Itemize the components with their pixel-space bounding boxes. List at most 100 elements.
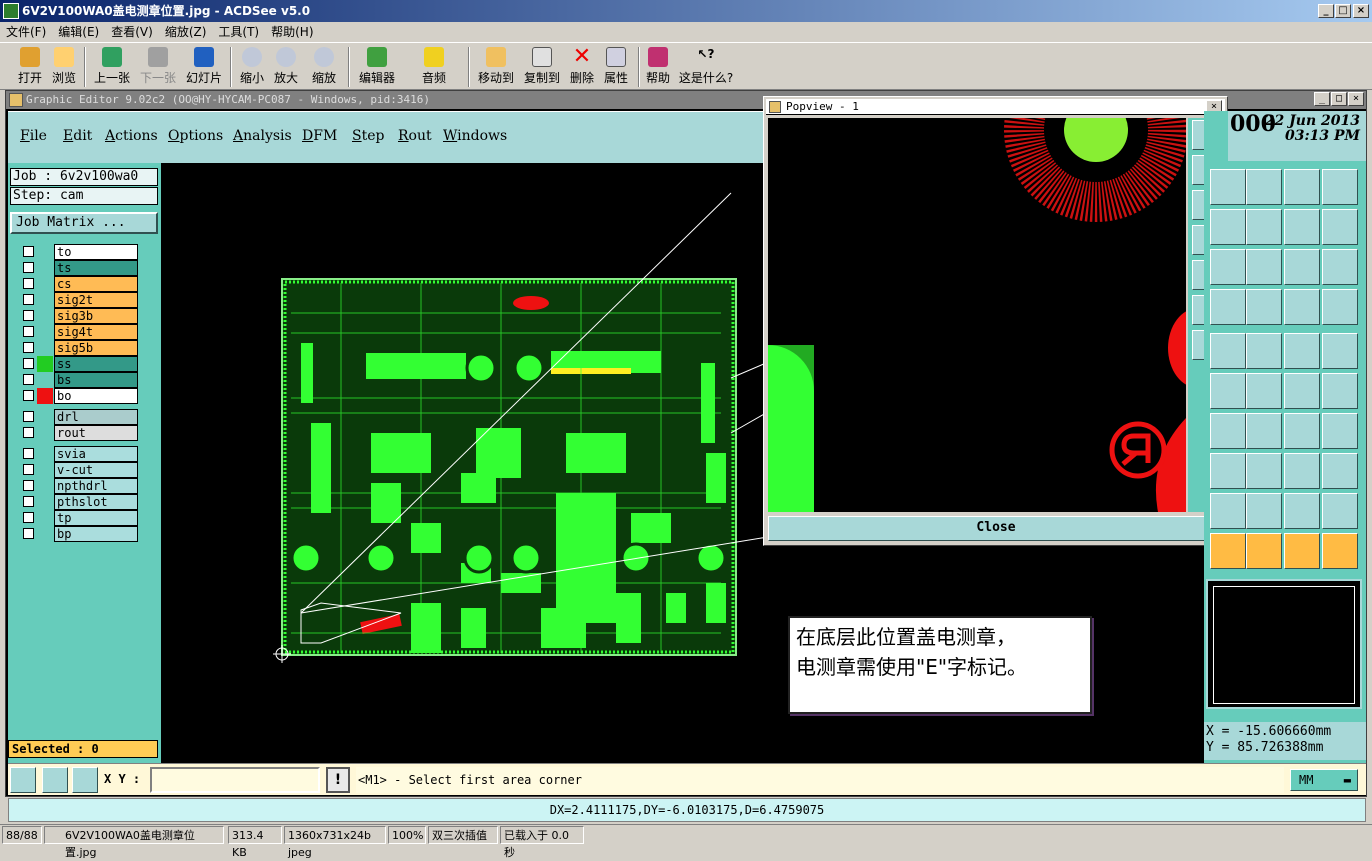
layer-color-swatch[interactable] [37,462,53,478]
tool-button-7-0-icon[interactable] [1210,453,1246,489]
delete-button[interactable]: ✕ 删除 [566,45,598,89]
layer-row[interactable]: bs [20,372,138,388]
layer-row[interactable]: svia [20,446,138,462]
close-window-button[interactable]: × [1353,4,1369,18]
layer-color-swatch[interactable] [37,388,53,404]
browse-button[interactable]: 浏览 [48,45,80,89]
xy-input[interactable] [150,767,320,793]
tool-button-1-1-icon[interactable] [1246,209,1282,245]
editor-menu-edit[interactable]: Edit [63,128,92,144]
snap-mode-icon[interactable] [10,767,36,793]
layer-color-swatch[interactable] [37,292,53,308]
units-select[interactable]: MM ▬ [1290,769,1358,791]
next-button[interactable]: 下一张 [136,45,180,89]
layer-color-swatch[interactable] [37,425,53,441]
editor-maximize-button[interactable]: □ [1331,92,1347,106]
layer-color-swatch[interactable] [37,340,53,356]
tool-button-7-3-icon[interactable] [1322,453,1358,489]
layer-row[interactable]: ts [20,260,138,276]
menu-tools[interactable]: 工具(T) [212,25,265,39]
tool-button-8-0-icon[interactable] [1210,493,1246,529]
layer-color-swatch[interactable] [37,356,53,372]
menu-view[interactable]: 查看(V) [105,25,159,39]
tool-button-9-3-icon[interactable] [1322,533,1358,569]
tool-button-3-1-icon[interactable] [1246,289,1282,325]
layer-row[interactable]: npthdrl [20,478,138,494]
tool-button-2-3-icon[interactable] [1322,249,1358,285]
layer-color-swatch[interactable] [37,308,53,324]
menu-help[interactable]: 帮助(H) [265,25,319,39]
layer-row[interactable]: sig5b [20,340,138,356]
layer-color-swatch[interactable] [37,409,53,425]
layer-row[interactable]: tp [20,510,138,526]
prev-button[interactable]: 上一张 [90,45,134,89]
tool-button-3-2-icon[interactable] [1284,289,1320,325]
editor-menu-file[interactable]: File [20,128,47,144]
layer-color-swatch[interactable] [37,244,53,260]
tool-button-8-3-icon[interactable] [1322,493,1358,529]
layer-checkbox[interactable] [23,464,34,475]
open-button[interactable]: 打开 [12,45,48,89]
layer-checkbox[interactable] [23,342,34,353]
tool-button-7-2-icon[interactable] [1284,453,1320,489]
popview-close-button[interactable]: Close [768,516,1224,541]
layer-checkbox[interactable] [23,390,34,401]
layer-row[interactable]: bp [20,526,138,542]
tool-button-0-0-icon[interactable] [1210,169,1246,205]
tool-button-8-2-icon[interactable] [1284,493,1320,529]
layer-row[interactable]: v-cut [20,462,138,478]
tool-button-4-2-icon[interactable] [1284,333,1320,369]
layer-color-swatch[interactable] [37,478,53,494]
layer-checkbox[interactable] [23,528,34,539]
editor-menu-actions[interactable]: Actions [105,128,158,144]
layer-checkbox[interactable] [23,278,34,289]
editor-menu-rout[interactable]: Rout [398,128,432,144]
menu-edit[interactable]: 编辑(E) [52,25,105,39]
editor-menu-analysis[interactable]: Analysis [233,128,292,144]
editor-menu-dfm[interactable]: DFM [302,128,337,144]
layer-row[interactable]: drl [20,409,138,425]
layer-row[interactable]: to [20,244,138,260]
slideshow-button[interactable]: 幻灯片 [182,45,226,89]
tool-button-1-2-icon[interactable] [1284,209,1320,245]
tool-button-1-0-icon[interactable] [1210,209,1246,245]
zoom-in-button[interactable]: 放大 [270,45,302,89]
tool-button-6-3-icon[interactable] [1322,413,1358,449]
layer-checkbox[interactable] [23,246,34,257]
tool-button-8-1-icon[interactable] [1246,493,1282,529]
layer-color-swatch[interactable] [37,260,53,276]
move-to-button[interactable]: 移动到 [474,45,518,89]
tool-button-7-1-icon[interactable] [1246,453,1282,489]
layer-row[interactable]: ss [20,356,138,372]
layer-row[interactable]: cs [20,276,138,292]
tool-button-4-1-icon[interactable] [1246,333,1282,369]
layer-row[interactable]: sig4t [20,324,138,340]
tool-button-5-1-icon[interactable] [1246,373,1282,409]
editor-minimize-button[interactable]: _ [1314,92,1330,106]
tool-button-0-1-icon[interactable] [1246,169,1282,205]
menu-file[interactable]: 文件(F) [0,25,52,39]
tool-button-0-2-icon[interactable] [1284,169,1320,205]
audio-button[interactable]: 音频 [416,45,452,89]
layer-checkbox[interactable] [23,427,34,438]
tool-button-6-0-icon[interactable] [1210,413,1246,449]
editor-menu-windows[interactable]: Windows [443,128,507,144]
layer-row[interactable]: sig2t [20,292,138,308]
popview-canvas[interactable] [768,118,1186,512]
tool-button-5-0-icon[interactable] [1210,373,1246,409]
tool-button-4-0-icon[interactable] [1210,333,1246,369]
layer-checkbox[interactable] [23,480,34,491]
layer-row[interactable]: bo [20,388,138,404]
tool-button-6-1-icon[interactable] [1246,413,1282,449]
layer-color-swatch[interactable] [37,494,53,510]
maximize-button[interactable]: □ [1335,4,1351,18]
layer-checkbox[interactable] [23,512,34,523]
tool-button-6-2-icon[interactable] [1284,413,1320,449]
tool-button-1-3-icon[interactable] [1322,209,1358,245]
layer-color-swatch[interactable] [37,324,53,340]
tool-button-2-1-icon[interactable] [1246,249,1282,285]
editor-menu-options[interactable]: Options [168,128,223,144]
exclamation-button[interactable]: ! [326,767,350,793]
layer-color-swatch[interactable] [37,526,53,542]
layer-row[interactable]: sig3b [20,308,138,324]
